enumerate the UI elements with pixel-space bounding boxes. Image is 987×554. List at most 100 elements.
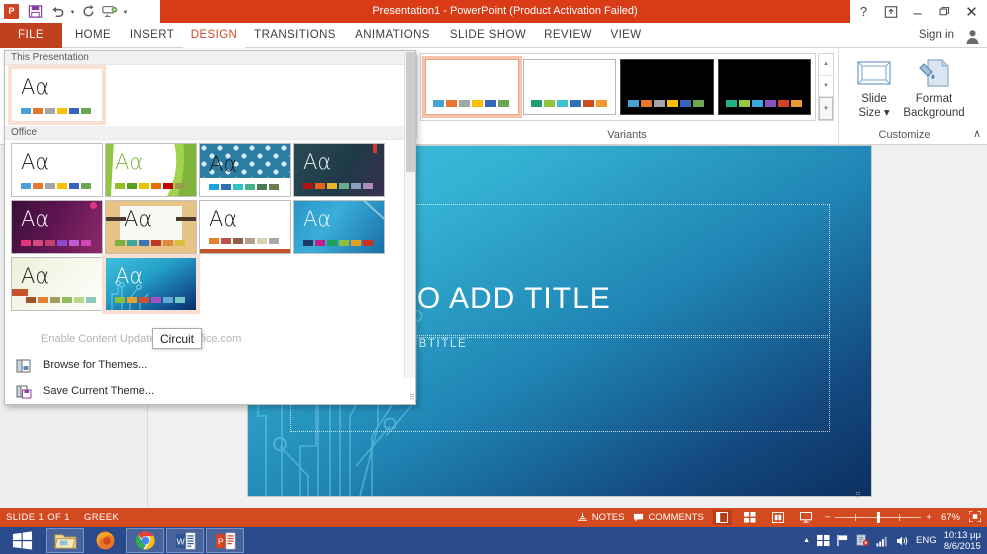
variants-scroll-up-button[interactable]: ▲ xyxy=(819,54,833,76)
theme-office[interactable]: Aα xyxy=(11,143,103,197)
variant-1[interactable] xyxy=(422,56,522,118)
view-normal[interactable] xyxy=(712,510,732,525)
theme-banded[interactable]: Aα xyxy=(199,200,291,254)
powerpoint-icon: P xyxy=(4,4,19,19)
help-button[interactable]: ? xyxy=(850,0,877,23)
variant-4[interactable] xyxy=(717,59,811,115)
variant-swatches xyxy=(530,100,607,107)
tab-view[interactable]: VIEW xyxy=(602,23,650,48)
menu-enable-content-updates[interactable]: Enable Content Updates from Office.com xyxy=(5,326,417,352)
theme-swatches xyxy=(115,183,185,189)
variant-2[interactable] xyxy=(522,59,616,115)
start-slideshow-icon[interactable] xyxy=(99,1,121,23)
flag-icon[interactable] xyxy=(837,534,849,547)
themes-gallery-dropdown: This Presentation Aα Office Aα Aα Aα Aα … xyxy=(4,50,416,405)
view-slideshow[interactable] xyxy=(797,510,816,525)
notes-button[interactable]: NOTES xyxy=(577,512,624,523)
zoom-level[interactable]: 67% xyxy=(941,512,960,523)
menu-browse-for-themes-label: Browse for Themes... xyxy=(43,359,148,371)
dropdown-resize-grip[interactable]: ⠿ xyxy=(409,393,415,402)
windows-start-icon[interactable] xyxy=(0,527,44,554)
tab-design[interactable]: DESIGN xyxy=(183,23,245,48)
theme-preview-text: Aα xyxy=(303,207,332,231)
slide-resize-grip[interactable]: ⠿ xyxy=(855,491,985,506)
zoom-track[interactable] xyxy=(835,512,922,523)
collapse-ribbon-icon[interactable]: ∧ xyxy=(973,127,981,140)
keyboard-language[interactable]: ENG xyxy=(916,535,937,546)
slide-counter[interactable]: SLIDE 1 OF 1 xyxy=(6,512,70,523)
theme-celestial[interactable]: Aα xyxy=(293,200,385,254)
theme-preview-text: Aα xyxy=(21,150,50,174)
variant-3[interactable] xyxy=(620,59,714,115)
theme-preview-text: Aα xyxy=(21,75,50,99)
theme-ion[interactable]: Aα xyxy=(199,143,291,197)
ribbon-display-options-button[interactable] xyxy=(877,0,904,23)
undo-icon[interactable] xyxy=(46,1,68,23)
taskbar-word[interactable]: W xyxy=(166,528,204,553)
redo-icon[interactable] xyxy=(77,1,99,23)
theme-preview-text: Aα xyxy=(115,264,144,288)
format-background-button[interactable]: Format Background xyxy=(901,54,967,120)
taskbar: W P ▲ ENG 10:13 μμ 8/6/2015 xyxy=(0,527,987,554)
tab-animations[interactable]: ANIMATIONS xyxy=(345,23,440,48)
view-reading[interactable] xyxy=(769,510,788,525)
theme-circuit[interactable]: Aα xyxy=(102,254,200,314)
slide-size-label-bottom: Size ▾ xyxy=(858,107,890,119)
theme-berlin[interactable]: Aα xyxy=(11,200,103,254)
tab-review[interactable]: REVIEW xyxy=(536,23,600,48)
network-icon[interactable] xyxy=(876,535,889,547)
format-background-label-bottom: Background xyxy=(903,107,965,119)
theme-wisp[interactable]: Aα xyxy=(105,200,197,254)
theme-ion-boardroom[interactable]: Aα xyxy=(293,143,385,197)
sign-in-link[interactable]: Sign in xyxy=(919,23,954,48)
close-button[interactable]: ✕ xyxy=(958,0,985,23)
zoom-knob[interactable] xyxy=(877,512,881,523)
variants-scroll-down-button[interactable]: ▼ xyxy=(819,76,833,98)
theme-swatches xyxy=(21,183,91,189)
theme-office-current[interactable]: Aα xyxy=(8,65,106,125)
tab-home[interactable]: HOME xyxy=(64,23,122,48)
action-center-icon[interactable] xyxy=(817,534,830,547)
zoom-slider[interactable]: − + xyxy=(825,512,932,523)
customize-qat-icon[interactable]: ▼ xyxy=(121,1,130,23)
menu-browse-for-themes[interactable]: Browse for Themes... xyxy=(5,352,417,378)
scrollbar-thumb[interactable] xyxy=(406,52,415,172)
menu-save-current-theme[interactable]: Save Current Theme... xyxy=(5,378,417,404)
taskbar-firefox[interactable] xyxy=(86,528,124,553)
variants-more-button[interactable]: ▼ xyxy=(819,97,833,121)
antivirus-icon[interactable] xyxy=(856,534,869,547)
volume-icon[interactable] xyxy=(896,535,909,547)
taskbar-powerpoint[interactable]: P xyxy=(206,528,244,553)
tab-file[interactable]: FILE xyxy=(0,23,62,48)
theme-facet[interactable]: Aα xyxy=(105,143,197,197)
undo-dropdown-icon[interactable]: ▼ xyxy=(68,1,77,23)
minimize-button[interactable] xyxy=(904,0,931,23)
theme-swatches xyxy=(115,297,185,303)
clock[interactable]: 10:13 μμ 8/6/2015 xyxy=(944,530,981,552)
slide-size-button[interactable]: Slide Size ▾ xyxy=(845,54,903,120)
taskbar-chrome[interactable] xyxy=(126,528,164,553)
zoom-in-button[interactable]: + xyxy=(926,512,932,523)
tab-transitions[interactable]: TRANSITIONS xyxy=(247,23,343,48)
format-background-icon xyxy=(901,54,967,92)
zoom-out-button[interactable]: − xyxy=(825,512,831,523)
variants-scroll-buttons: ▲ ▼ ▼ xyxy=(818,53,834,121)
fit-slide-icon[interactable] xyxy=(968,509,982,525)
chevron-down-icon[interactable]: ▾ xyxy=(884,107,890,119)
theme-preview-text: Aα xyxy=(21,264,50,288)
view-slide-sorter[interactable] xyxy=(741,510,760,525)
theme-quotable[interactable]: Aα xyxy=(11,257,103,311)
tab-slide-show[interactable]: SLIDE SHOW xyxy=(442,23,534,48)
folder-icon xyxy=(53,534,76,549)
language-indicator[interactable]: GREEK xyxy=(84,512,119,523)
theme-swatches xyxy=(209,184,279,190)
tab-insert[interactable]: INSERT xyxy=(123,23,181,48)
comments-button[interactable]: COMMENTS xyxy=(633,512,704,523)
save-icon[interactable] xyxy=(24,1,46,23)
variant-swatches xyxy=(725,100,802,107)
clock-date: 8/6/2015 xyxy=(943,540,981,552)
restore-button[interactable] xyxy=(931,0,958,23)
show-hidden-icons-button[interactable]: ▲ xyxy=(803,537,810,544)
person-icon[interactable] xyxy=(961,25,983,47)
taskbar-file-explorer[interactable] xyxy=(46,528,84,553)
